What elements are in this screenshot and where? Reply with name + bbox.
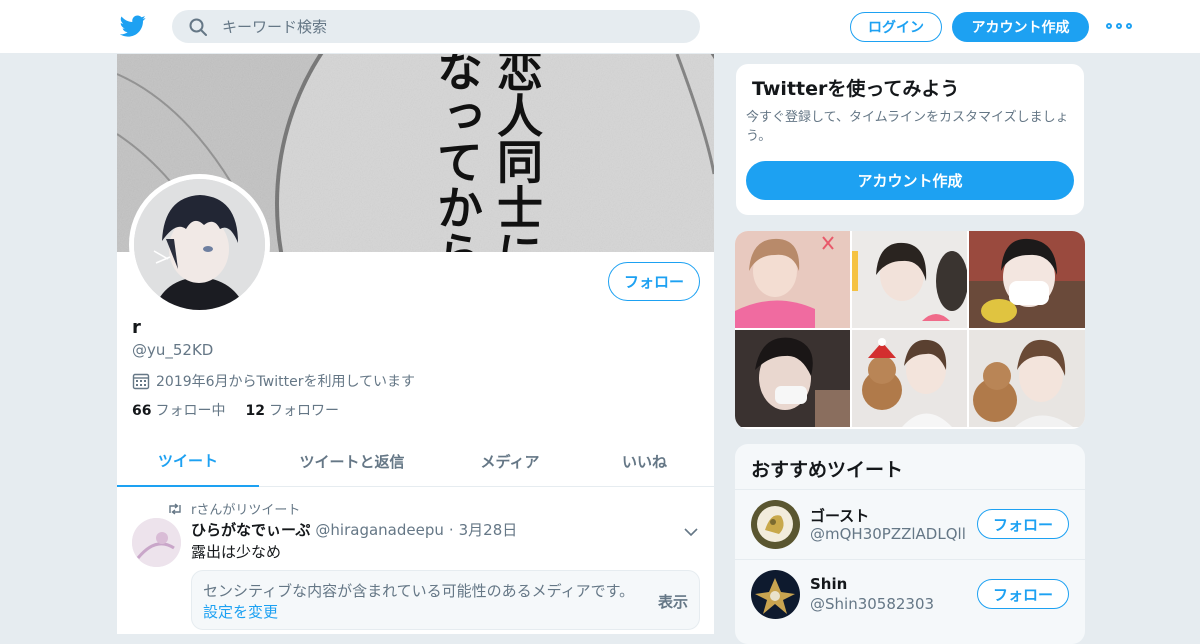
retweet-icon xyxy=(167,502,183,516)
search-input[interactable] xyxy=(222,17,662,36)
suggested-user-row[interactable]: ゴースト @mQH30PZZlADLQll フォロー xyxy=(735,489,1085,559)
banner-text-line-2: なってから xyxy=(430,54,484,252)
suggested-user-handle[interactable]: @Shin30582303 xyxy=(810,595,934,613)
show-media-button[interactable]: 表示 xyxy=(658,591,688,612)
signup-card-button[interactable]: アカウント作成 xyxy=(746,161,1074,200)
join-date-text: 2019年6月からTwitterを利用しています xyxy=(156,374,416,390)
chevron-down-icon[interactable] xyxy=(683,523,699,537)
change-settings-link[interactable]: 設定を変更 xyxy=(203,601,278,622)
media-thumbnail[interactable] xyxy=(852,330,967,427)
profile-tabs: ツイート ツイートと返信 メディア いいね xyxy=(117,436,714,487)
tab-tweets[interactable]: ツイート xyxy=(117,436,259,487)
retweet-context: rさんがリツイート xyxy=(167,499,300,518)
suggested-user-row[interactable]: Shin @Shin30582303 フォロー xyxy=(735,559,1085,629)
tab-tweets-and-replies[interactable]: ツイートと返信 xyxy=(259,436,445,487)
following-stat[interactable]: 66 フォロー中 xyxy=(132,400,225,420)
suggested-user-follow-button[interactable]: フォロー xyxy=(977,579,1069,609)
media-thumbnail[interactable] xyxy=(735,330,850,427)
who-to-follow-title: おすすめツイート xyxy=(751,459,904,481)
signup-prompt-card: Twitterを使ってみよう 今すぐ登録して、タイムラインをカスタマイズしましょ… xyxy=(735,63,1085,216)
media-thumbnail[interactable] xyxy=(969,231,1085,328)
suggested-user-follow-button[interactable]: フォロー xyxy=(977,509,1069,539)
login-button[interactable]: ログイン xyxy=(850,12,942,42)
profile-column: 恋人同士に なってから フォロー r @yu_52KD 2019年6月からTwi… xyxy=(116,54,715,634)
followers-count: 12 xyxy=(245,403,265,419)
suggested-user-name[interactable]: ゴースト xyxy=(810,505,869,526)
followers-label: フォロワー xyxy=(268,403,339,419)
tweet-item[interactable]: rさんがリツイート ひらがなでぃーぷ @hiraganadeepu · 3月28… xyxy=(117,487,714,637)
follow-stats: 66 フォロー中 12 フォロワー xyxy=(132,400,359,420)
tweet-author-avatar[interactable] xyxy=(132,518,181,567)
profile-avatar[interactable] xyxy=(129,174,270,315)
search-bar[interactable] xyxy=(172,10,700,43)
tweet-author-handle[interactable]: @hiraganadeepu xyxy=(315,521,443,539)
retweet-text[interactable]: rさんがリツイート xyxy=(191,499,300,518)
signup-button[interactable]: アカウント作成 xyxy=(952,12,1089,42)
media-thumbnail[interactable] xyxy=(969,330,1085,427)
media-grid-card xyxy=(735,231,1085,429)
tweet-author-name[interactable]: ひらがなでぃーぷ xyxy=(191,519,310,540)
more-dots-icon[interactable] xyxy=(1106,18,1132,34)
signup-card-description: 今すぐ登録して、タイムラインをカスタマイズしましょう。 xyxy=(746,110,1069,144)
tweet-date[interactable]: 3月28日 xyxy=(459,519,518,540)
profile-name: r xyxy=(132,317,141,338)
top-navigation-bar: ログイン アカウント作成 xyxy=(0,0,1200,54)
tab-media[interactable]: メディア xyxy=(445,436,575,487)
profile-follow-button[interactable]: フォロー xyxy=(608,262,700,301)
followers-stat[interactable]: 12 フォロワー xyxy=(245,400,338,420)
media-thumbnail[interactable] xyxy=(852,231,967,328)
who-to-follow-card: おすすめツイート ゴースト @mQH30PZZlADLQll フォロー Shin… xyxy=(735,444,1085,644)
suggested-user-avatar[interactable] xyxy=(751,500,800,549)
sensitive-media-text: センシティブな内容が含まれている可能性のあるメディアです。 xyxy=(203,582,635,600)
suggested-user-avatar[interactable] xyxy=(751,570,800,619)
search-icon xyxy=(188,17,208,37)
banner-text-line-1: 恋人同士に xyxy=(490,54,544,252)
following-count: 66 xyxy=(132,403,152,419)
tweet-text: 露出は少なめ xyxy=(191,543,282,561)
calendar-icon xyxy=(132,372,150,390)
join-date: 2019年6月からTwitterを利用しています xyxy=(132,371,415,391)
media-grid xyxy=(735,231,1085,429)
following-label: フォロー中 xyxy=(155,403,226,419)
tab-likes[interactable]: いいね xyxy=(575,436,714,487)
profile-handle[interactable]: @yu_52KD xyxy=(132,341,213,359)
tweet-header: ひらがなでぃーぷ @hiraganadeepu · 3月28日 xyxy=(191,519,517,540)
tweet-separator: · xyxy=(448,521,454,539)
sensitive-media-warning: センシティブな内容が含まれている可能性のあるメディアです。 設定を変更 表示 xyxy=(191,570,700,630)
signup-card-title: Twitterを使ってみよう xyxy=(752,78,960,100)
suggested-user-handle[interactable]: @mQH30PZZlADLQll xyxy=(810,525,966,543)
media-thumbnail[interactable] xyxy=(735,231,850,328)
twitter-bird-icon[interactable] xyxy=(119,13,146,39)
suggested-user-name[interactable]: Shin xyxy=(810,575,847,593)
